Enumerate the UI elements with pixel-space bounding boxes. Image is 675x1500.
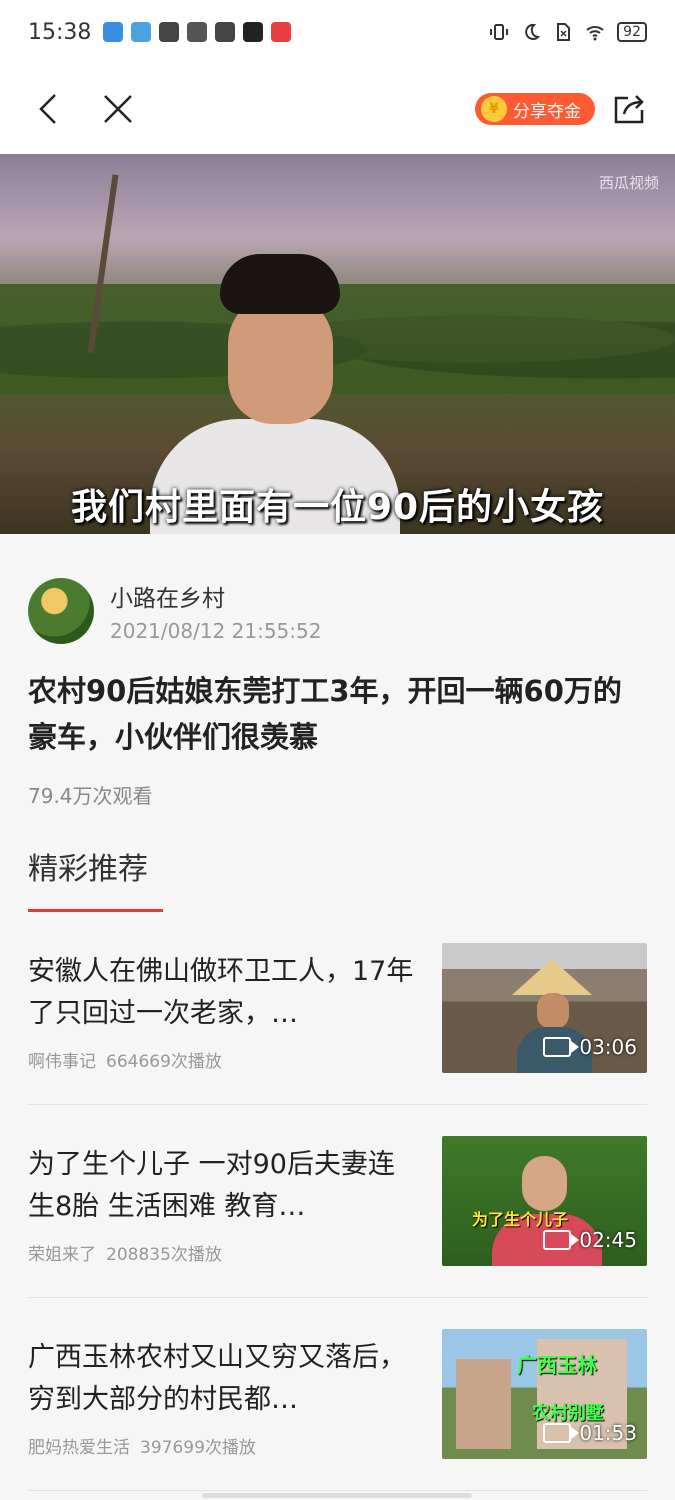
article-title: 农村90后姑娘东莞打工3年，开回一辆60万的豪车，小伙伴们很羡慕 <box>28 674 622 754</box>
recommend-item-plays: 664669次播放 <box>106 1052 222 1072</box>
app-notification-icon <box>103 22 124 42</box>
recommend-item-duration: 02:45 <box>543 1228 637 1252</box>
app-notification-icon <box>187 22 208 42</box>
recommend-item-plays: 208835次播放 <box>106 1245 222 1265</box>
recommend-item-meta: 啊伟事记 664669次播放 <box>28 1047 420 1072</box>
battery-icon: 92 <box>617 22 647 42</box>
recommend-item-duration: 01:53 <box>543 1421 637 1445</box>
home-indicator[interactable] <box>202 1493 472 1498</box>
author-avatar[interactable] <box>28 578 94 644</box>
close-button[interactable] <box>98 89 138 129</box>
video-subtitle: 我们村里面有一位90后的小女孩 <box>70 487 605 528</box>
thumbnail-caption: 广西玉林 <box>517 1353 597 1377</box>
back-button[interactable] <box>28 89 68 129</box>
recommend-item-title: 广西玉林农村又山又穷又落后，穷到大部分的村民都… <box>28 1342 406 1415</box>
recommend-item-meta: 荣姐来了 208835次播放 <box>28 1240 420 1265</box>
recommend-item-title: 安徽人在佛山做环卫工人，17年了只回过一次老家，… <box>28 956 414 1029</box>
status-time: 15:38 <box>28 19 92 45</box>
divider <box>28 1490 647 1491</box>
vibrate-icon <box>490 24 509 40</box>
recommend-item-author: 肥妈热爱生活 <box>28 1438 130 1458</box>
section-title-underline <box>28 909 163 912</box>
section-title: 精彩推荐 <box>28 852 148 887</box>
video-player[interactable]: 西瓜视频 我们村里面有一位90后的小女孩 <box>0 154 675 534</box>
view-count: 79.4万次观看 <box>28 784 153 808</box>
app-notification-icon <box>215 22 236 42</box>
recommend-item-author: 荣姐来了 <box>28 1245 96 1265</box>
recommend-item-meta: 肥妈热爱生活 397699次播放 <box>28 1433 420 1458</box>
share-button[interactable] <box>611 91 647 127</box>
tiktok-icon <box>243 22 264 42</box>
recommend-item[interactable]: 广西玉林农村又山又穷又落后，穷到大部分的村民都… 肥妈热爱生活 397699次播放… <box>28 1329 647 1459</box>
publish-time: 2021/08/12 21:55:52 <box>110 619 322 643</box>
app-notification-icon <box>131 22 152 42</box>
moon-icon <box>525 23 541 40</box>
recommend-item-thumbnail[interactable]: 为了生个儿子 02:45 <box>442 1136 647 1266</box>
divider <box>28 1104 647 1105</box>
status-app-icons <box>103 22 292 42</box>
recommend-item[interactable]: 为了生个儿子 一对90后夫妻连生8胎 生活困难 教育… 荣姐来了 208835次播… <box>28 1136 647 1266</box>
share-for-gold-button[interactable]: ¥ 分享夺金 <box>475 93 595 125</box>
video-watermark: 西瓜视频 <box>598 174 659 192</box>
recommend-item-thumbnail[interactable]: 03:06 <box>442 943 647 1073</box>
share-icon <box>614 95 644 124</box>
thumbnail-caption: 为了生个儿子 <box>472 1210 569 1229</box>
app-notification-icon <box>159 22 180 42</box>
wifi-icon <box>586 26 604 41</box>
author-name[interactable]: 小路在乡村 <box>110 579 321 612</box>
video-camera-icon <box>543 1423 580 1443</box>
recommend-item-duration: 03:06 <box>543 1035 637 1059</box>
recommend-item-plays: 397699次播放 <box>140 1438 256 1458</box>
close-icon <box>104 95 132 123</box>
status-bar: 15:38 92 <box>0 0 675 64</box>
recommend-item-author: 啊伟事记 <box>28 1052 96 1072</box>
recommend-item-thumbnail[interactable]: 广西玉林 农村别墅 01:53 <box>442 1329 647 1459</box>
share-for-gold-label: 分享夺金 <box>513 101 581 122</box>
coin-icon: ¥ <box>481 96 507 122</box>
recommend-item[interactable]: 安徽人在佛山做环卫工人，17年了只回过一次老家，… 啊伟事记 664669次播放 … <box>28 943 647 1073</box>
divider <box>28 1297 647 1298</box>
top-nav-bar: ¥ 分享夺金 <box>0 64 675 154</box>
video-camera-icon <box>543 1037 580 1057</box>
no-sim-icon <box>557 23 571 41</box>
video-camera-icon <box>543 1230 580 1250</box>
chevron-left-icon <box>39 94 56 124</box>
app-notification-icon <box>271 22 292 42</box>
recommend-item-title: 为了生个儿子 一对90后夫妻连生8胎 生活困难 教育… <box>28 1149 395 1222</box>
author-block[interactable]: 小路在乡村 2021/08/12 21:55:52 <box>28 578 321 644</box>
